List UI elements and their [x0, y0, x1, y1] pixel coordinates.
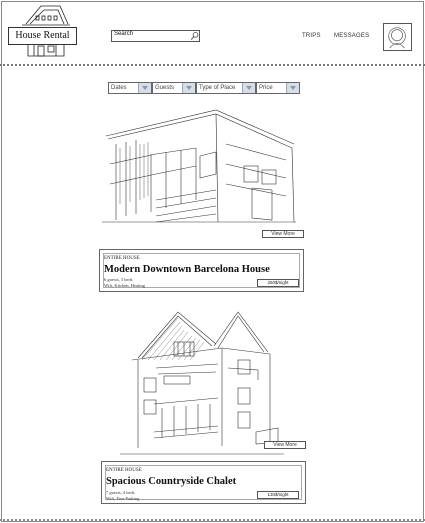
filter-guests[interactable]: Guests — [152, 82, 196, 94]
listing-title[interactable]: Spacious Countryside Chalet — [106, 476, 236, 487]
listing-image-countryside-chalet[interactable] — [118, 308, 288, 460]
filter-price[interactable]: Price — [256, 82, 300, 94]
search-icon[interactable] — [190, 31, 199, 41]
nav-trips[interactable]: TRIPS — [302, 33, 321, 39]
listing-type: ENTIRE HOUSE — [106, 468, 142, 473]
filter-price-label: Price — [259, 85, 273, 91]
filter-dates-label: Dates — [111, 85, 127, 91]
brand-name: House Rental — [8, 27, 77, 45]
chevron-down-icon[interactable] — [138, 83, 151, 93]
listing-image-modern-house[interactable] — [96, 104, 300, 228]
chevron-down-icon[interactable] — [242, 83, 255, 93]
nav-messages[interactable]: MESSAGES — [334, 33, 369, 39]
filter-type-of-place[interactable]: Type of Place — [196, 82, 256, 94]
listing-price: 130$/night — [257, 491, 299, 499]
chevron-down-icon[interactable] — [182, 83, 195, 93]
listing-amenities: Wifi, Free Parking — [106, 496, 140, 501]
header: House Rental Search TRIPS MESSAGES — [0, 0, 425, 66]
listing-price: 250$/night — [257, 279, 299, 287]
listing-title[interactable]: Modern Downtown Barcelona House — [104, 264, 270, 275]
user-icon — [388, 27, 406, 49]
footer-divider — [0, 519, 425, 521]
filter-type-label: Type of Place — [199, 85, 236, 91]
search-input[interactable]: Search — [111, 30, 200, 42]
view-more-button[interactable]: View More — [262, 230, 304, 238]
listing-card[interactable]: ENTIRE HOUSE Modern Downtown Barcelona H… — [99, 249, 304, 292]
chevron-down-icon[interactable] — [286, 83, 299, 93]
filter-dates[interactable]: Dates — [108, 82, 152, 94]
listing-amenities: Wifi, Kitchen, Heating — [104, 283, 146, 288]
listing-type: ENTIRE HOUSE — [104, 256, 140, 261]
listing-card[interactable]: ENTIRE HOUSE Spacious Countryside Chalet… — [101, 461, 306, 504]
avatar[interactable] — [383, 23, 412, 51]
filter-guests-label: Guests — [155, 85, 175, 91]
filter-bar: Dates Guests Type of Place Price — [108, 82, 300, 94]
view-more-button[interactable]: View More — [264, 441, 306, 449]
